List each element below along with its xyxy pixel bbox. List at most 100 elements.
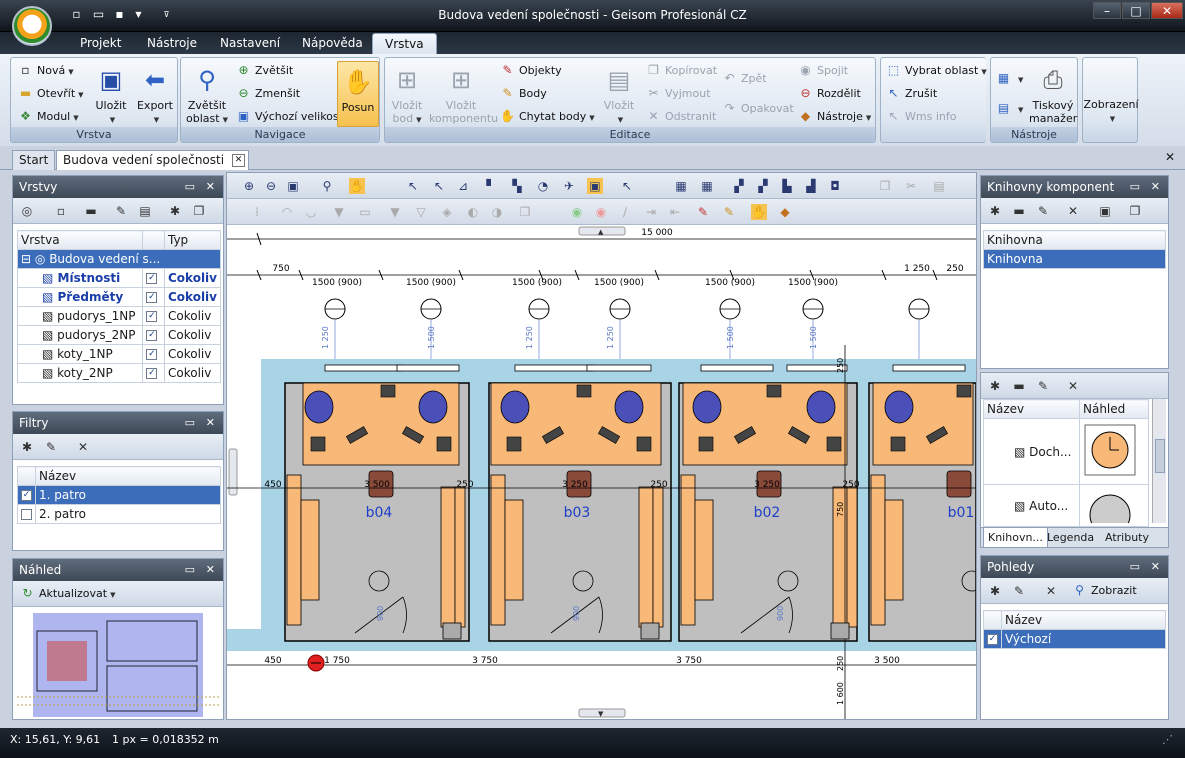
new-icon[interactable]: ✱ bbox=[19, 439, 35, 455]
zvetsit-oblast-button[interactable]: ⚲ Zvětšit oblast ▼ bbox=[183, 64, 231, 127]
new-document-icon[interactable]: ▫ bbox=[53, 203, 69, 219]
checkbox[interactable]: ✓ bbox=[987, 634, 998, 645]
table-row[interactable]: ▧ Předměty ✓ Cokoliv bbox=[16, 287, 222, 307]
delete-icon[interactable]: ✕ bbox=[1065, 378, 1081, 394]
close-icon[interactable]: ✕ bbox=[206, 412, 215, 434]
checkbox[interactable]: ✓ bbox=[146, 311, 158, 322]
tab-projekt[interactable]: Projekt bbox=[68, 33, 133, 54]
table-row[interactable]: ▧ koty_2NP ✓ Cokoliv bbox=[16, 363, 222, 383]
otevrit-button[interactable]: ▬ Otevřít ▼ bbox=[17, 83, 84, 104]
drawing-canvas[interactable]: ⊕ ⊖ ▣ ⚲ ✋ ↖ ↖ ⊿ ▘ ▚ ◔ ✈ ▣ ↖ ▦ ▦ ▞ ▞ ▙ ▟ … bbox=[226, 172, 977, 720]
arrow-2-icon[interactable]: ⇤ bbox=[667, 204, 683, 220]
delete-icon[interactable]: ✕ bbox=[1043, 583, 1059, 599]
refresh-icon[interactable]: ◎ bbox=[19, 203, 35, 219]
column-header[interactable]: Typ bbox=[163, 230, 222, 250]
application-menu-button[interactable] bbox=[12, 6, 52, 46]
vychozi-velikost-button[interactable]: ▣ Výchozí velikost bbox=[235, 106, 343, 127]
save-icon[interactable]: ▣ bbox=[1097, 203, 1113, 219]
cursor-icon[interactable]: ↖ bbox=[405, 178, 421, 194]
table-row[interactable]: ✓ Výchozí bbox=[983, 629, 1166, 649]
tab-nastaveni[interactable]: Nastavení bbox=[208, 33, 292, 54]
kopirovat-button[interactable]: ❐ Kopírovat bbox=[645, 60, 717, 81]
column-header[interactable]: Náhled bbox=[1079, 399, 1149, 419]
float-icon[interactable]: ▭ bbox=[1130, 176, 1140, 198]
zobrazeni-button[interactable]: Zobrazení ▼ bbox=[1083, 98, 1139, 126]
join-icon[interactable]: ◉ bbox=[569, 204, 585, 220]
tab-atributy[interactable]: Atributy bbox=[1105, 528, 1149, 547]
table-row[interactable]: 2. patro bbox=[17, 504, 221, 524]
tab-napoveda[interactable]: Nápověda bbox=[290, 33, 375, 54]
snap-9-icon[interactable]: ◐ bbox=[465, 204, 481, 220]
snap-6-icon[interactable]: ▼ bbox=[387, 204, 403, 220]
checkbox[interactable] bbox=[21, 509, 32, 520]
measure-icon[interactable]: ◔ bbox=[535, 178, 551, 194]
edit-icon[interactable]: ✎ bbox=[113, 203, 129, 219]
chevron-down-icon[interactable]: ▼ bbox=[130, 7, 147, 22]
hand-icon[interactable]: ✋ bbox=[751, 204, 767, 220]
table-row[interactable]: ▧ Auto... bbox=[983, 484, 1149, 527]
snap-5-icon[interactable]: ▭ bbox=[357, 204, 373, 220]
checkbox[interactable]: ✓ bbox=[146, 273, 158, 284]
tab-budova[interactable]: Budova vedení společnosti ✕ bbox=[56, 150, 250, 170]
float-icon[interactable]: ▭ bbox=[1130, 556, 1140, 578]
nastroje-button[interactable]: ◆ Nástroje ▼ bbox=[797, 106, 871, 127]
table-row[interactable]: ▧ koty_1NP ✓ Cokoliv bbox=[16, 344, 222, 364]
modul-button[interactable]: ❖ Modul ▼ bbox=[17, 106, 79, 127]
column-header[interactable]: Název bbox=[35, 466, 221, 486]
odstranit-button[interactable]: ✕ Odstranit bbox=[645, 106, 716, 127]
open-folder-icon[interactable]: ▬ bbox=[1011, 378, 1027, 394]
collapse-icon[interactable]: ⊟ bbox=[21, 252, 31, 266]
close-tab-icon[interactable]: ✕ bbox=[232, 154, 246, 167]
scrollbar[interactable] bbox=[1152, 399, 1166, 523]
pointer-icon[interactable]: ↖ bbox=[431, 178, 447, 194]
new-icon[interactable]: ✱ bbox=[987, 203, 1003, 219]
scrollbar-thumb[interactable] bbox=[1155, 439, 1165, 473]
tool-d-icon[interactable]: ▟ bbox=[803, 178, 819, 194]
checkbox[interactable]: ✓ bbox=[21, 490, 32, 501]
snap-8-icon[interactable]: ◈ bbox=[439, 204, 455, 220]
maximize-button[interactable]: □ bbox=[1122, 2, 1150, 19]
save-icon[interactable]: ▪ bbox=[111, 7, 128, 22]
table-row[interactable]: ▧ Doch... bbox=[983, 418, 1149, 485]
zmensit-button[interactable]: ⊖ Zmenšit bbox=[235, 83, 300, 104]
chytat-body-button[interactable]: ✋ Chytat body ▼ bbox=[499, 106, 595, 127]
zvetsit-button[interactable]: ⊕ Zvětšit bbox=[235, 60, 293, 81]
grid-icon[interactable]: ▦ bbox=[673, 178, 689, 194]
zrusit-button[interactable]: ↖ Zrušit bbox=[885, 83, 937, 104]
open-folder-icon[interactable]: ▬ bbox=[83, 203, 99, 219]
tab-knihovna[interactable]: Knihovn... bbox=[983, 528, 1048, 547]
vlozit-bod-button[interactable]: ⊞ Vložit bod ▼ bbox=[387, 64, 427, 127]
move-icon[interactable]: ▘ bbox=[483, 178, 499, 194]
tool-c-icon[interactable]: ▙ bbox=[779, 178, 795, 194]
float-icon[interactable]: ▭ bbox=[185, 412, 195, 434]
tab-vrstva[interactable]: Vrstva bbox=[372, 33, 437, 54]
delete-icon[interactable]: ✕ bbox=[75, 439, 91, 455]
float-icon[interactable]: ▭ bbox=[185, 176, 195, 198]
column-header[interactable]: Knihovna bbox=[983, 230, 1166, 250]
pencil-2-icon[interactable]: ✎ bbox=[721, 204, 737, 220]
floor-plan[interactable]: ▲ ▼ 15 000 750 1500 (900) 1500 (900) 150… bbox=[227, 225, 976, 719]
search-icon[interactable]: ⚲ bbox=[319, 178, 335, 194]
ulozit-button[interactable]: ▣ Uložit ▼ bbox=[93, 64, 129, 127]
snap-7-icon[interactable]: ▽ bbox=[413, 204, 429, 220]
checkbox[interactable]: ✓ bbox=[146, 330, 158, 341]
paste-icon[interactable]: ▤ bbox=[931, 178, 947, 194]
rozdelit-button[interactable]: ⊖ Rozdělit bbox=[797, 83, 860, 104]
resize-grip-icon[interactable]: ⋰ bbox=[1162, 733, 1173, 746]
body-button[interactable]: ✎ Body bbox=[499, 83, 546, 104]
select-arrow-icon[interactable]: ↖ bbox=[619, 178, 635, 194]
close-icon[interactable]: ✕ bbox=[206, 176, 215, 198]
edit-icon[interactable]: ✎ bbox=[43, 439, 59, 455]
edit-icon[interactable]: ✎ bbox=[1011, 583, 1027, 599]
zpet-button[interactable]: ↶ Zpět bbox=[721, 68, 766, 89]
new-icon[interactable]: ✱ bbox=[987, 378, 1003, 394]
pencil-icon[interactable]: ✎ bbox=[695, 204, 711, 220]
tools-icon[interactable]: ◆ bbox=[777, 204, 793, 220]
tab-legenda[interactable]: Legenda bbox=[1047, 528, 1094, 547]
snap-2-icon[interactable]: ◠ bbox=[279, 204, 295, 220]
layers-icon[interactable]: ❐ bbox=[1127, 203, 1143, 219]
flag-icon[interactable]: ✈ bbox=[561, 178, 577, 194]
zoom-out-icon[interactable]: ⊖ bbox=[263, 178, 279, 194]
objekty-button[interactable]: ✎ Objekty bbox=[499, 60, 561, 81]
column-header[interactable]: Název bbox=[1001, 610, 1166, 630]
